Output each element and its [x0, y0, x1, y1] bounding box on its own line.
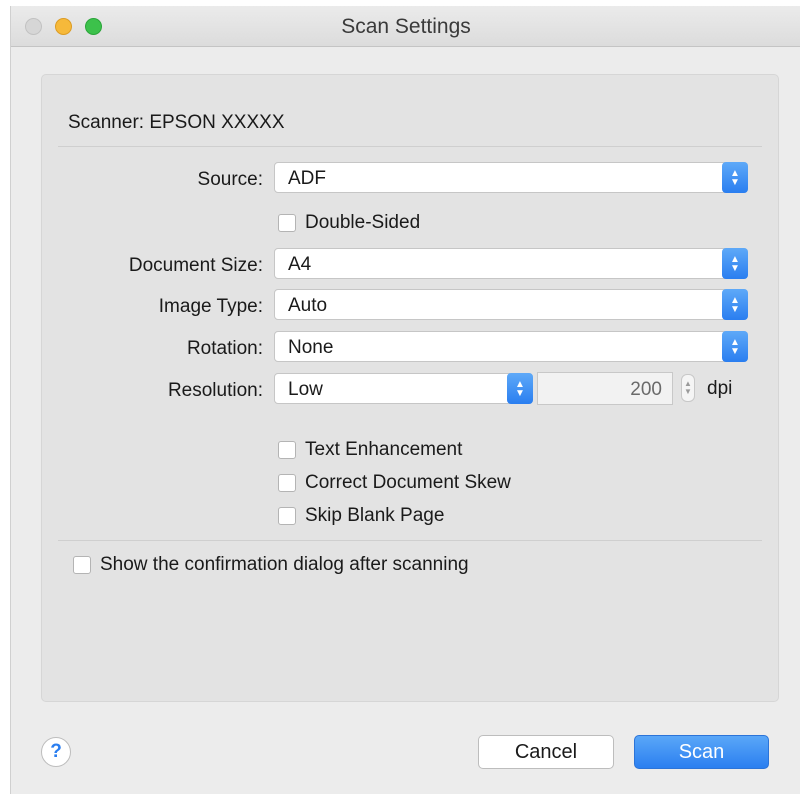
correct-skew-checkbox[interactable]	[278, 474, 296, 492]
image-type-value: Auto	[288, 295, 328, 316]
resolution-select[interactable]: Low ▲ ▼	[274, 373, 533, 404]
dpi-value: 200	[630, 379, 662, 400]
text-enhancement-checkbox[interactable]	[278, 441, 296, 459]
separator-bottom	[58, 540, 762, 541]
separator-top	[58, 146, 762, 147]
cancel-button[interactable]: Cancel	[478, 735, 614, 769]
resolution-label: Resolution:	[167, 380, 263, 401]
skip-blank-label: Skip Blank Page	[305, 505, 445, 526]
window-title: Scan Settings	[341, 15, 471, 38]
title-bar: Scan Settings	[11, 6, 800, 47]
rotation-select[interactable]: None ▲ ▼	[274, 331, 748, 362]
image-type-select[interactable]: Auto ▲ ▼	[274, 289, 748, 320]
source-value: ADF	[288, 168, 326, 189]
chevron-updown-icon: ▲ ▼	[722, 162, 748, 193]
resolution-value: Low	[288, 379, 323, 400]
chevron-updown-icon: ▲ ▼	[722, 248, 748, 279]
source-label: Source:	[197, 169, 263, 190]
correct-skew-label: Correct Document Skew	[305, 472, 511, 493]
image-type-label: Image Type:	[158, 296, 263, 317]
document-size-label: Document Size:	[128, 255, 263, 276]
chevron-updown-icon: ▲ ▼	[507, 373, 533, 404]
dpi-unit-label: dpi	[707, 378, 733, 399]
rotation-value: None	[288, 337, 334, 358]
help-button[interactable]: ?	[41, 737, 71, 767]
source-select[interactable]: ADF ▲ ▼	[274, 162, 748, 193]
document-size-select[interactable]: A4 ▲ ▼	[274, 248, 748, 279]
dpi-stepper[interactable]: ▲ ▼	[681, 374, 695, 402]
double-sided-label: Double-Sided	[305, 212, 421, 233]
skip-blank-checkbox[interactable]	[278, 507, 296, 525]
chevron-updown-icon: ▲ ▼	[722, 289, 748, 320]
confirmation-checkbox[interactable]	[73, 556, 91, 574]
scanner-name: Scanner: EPSON XXXXX	[68, 112, 285, 133]
chevron-updown-icon: ▲ ▼	[722, 331, 748, 362]
confirmation-label: Show the confirmation dialog after scann…	[100, 554, 469, 575]
scan-button[interactable]: Scan	[634, 735, 769, 769]
rotation-label: Rotation:	[186, 338, 263, 359]
dpi-input[interactable]: 200	[537, 372, 673, 405]
document-size-value: A4	[288, 254, 312, 275]
double-sided-checkbox[interactable]	[278, 214, 296, 232]
text-enhancement-label: Text Enhancement	[305, 439, 463, 460]
